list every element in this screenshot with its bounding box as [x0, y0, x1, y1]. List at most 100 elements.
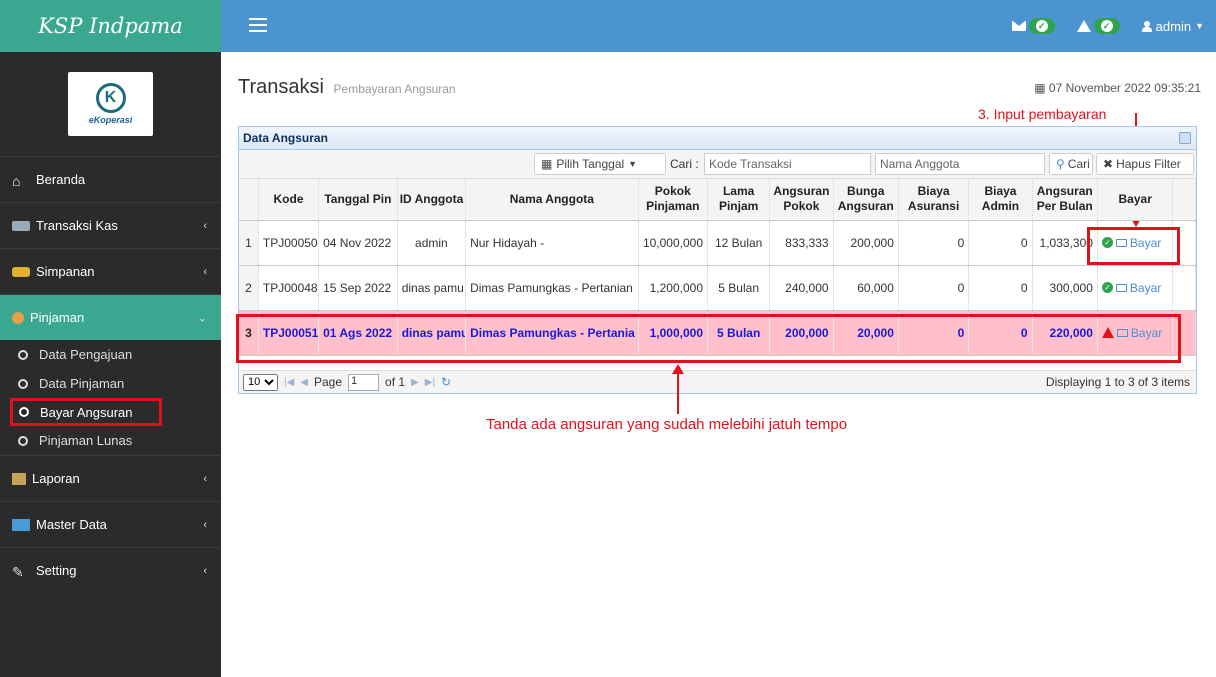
- bayar-label: Bayar: [1129, 280, 1162, 295]
- warning-icon: [1076, 20, 1091, 32]
- cell-bayar: ✓ Bayar: [1097, 265, 1174, 311]
- cell-tanggal: 15 Sep 2022: [318, 265, 398, 311]
- cari-button-label: Cari: [1067, 157, 1090, 171]
- money-icon: [1115, 283, 1127, 292]
- sidebar-item-label: Master Data: [36, 517, 107, 532]
- annotation-input-pembayaran: 3. Input pembayaran: [978, 106, 1107, 122]
- datetime-text: 07 November 2022 09:35:21: [1048, 81, 1201, 95]
- cell-admin: 0: [968, 220, 1033, 266]
- column-header[interactable]: Pokok Pinjaman: [638, 179, 709, 221]
- cell-pokok: 1,200,000: [638, 265, 709, 311]
- sidebar-subitem-bayar-angsuran[interactable]: Bayar Angsuran: [10, 398, 162, 426]
- column-header[interactable]: Angsuran Per Bulan: [1032, 179, 1098, 221]
- circle-icon: [18, 378, 28, 389]
- cari-button[interactable]: ⚲ Cari: [1049, 153, 1093, 175]
- annotation-arrow: [677, 370, 679, 414]
- column-header[interactable]: Kode: [258, 179, 320, 221]
- sidebar-item-pinjaman[interactable]: Pinjaman ⌄: [0, 294, 221, 340]
- cell-bunga: 200,000: [833, 220, 899, 266]
- nama-anggota-input[interactable]: Nama Anggota: [875, 153, 1045, 175]
- sidebar-subitem-label: Data Pinjaman: [39, 376, 125, 391]
- top-navbar: ✓ ✓ admin ▼: [221, 0, 1216, 52]
- sidebar-subitem-data-pinjaman[interactable]: Data Pinjaman: [0, 369, 221, 398]
- refresh-icon[interactable]: ↻: [441, 375, 451, 389]
- close-icon: ✖: [1103, 157, 1114, 171]
- date-filter-button[interactable]: ▦ Pilih Tanggal ▼: [534, 153, 666, 175]
- row-number: 1: [239, 220, 259, 266]
- check-circle-icon: ✓: [1101, 282, 1113, 293]
- chevron-left-icon: ‹: [203, 265, 207, 278]
- logo-area: K eKoperasi: [0, 52, 221, 156]
- sidebar-subitem-data-pengajuan[interactable]: Data Pengajuan: [0, 340, 221, 369]
- column-header[interactable]: Lama Pinjam: [707, 179, 771, 221]
- sidebar-subitem-label: Data Pengajuan: [39, 347, 133, 362]
- column-header[interactable]: Tanggal Pin: [318, 179, 398, 221]
- search-icon: ⚲: [1056, 157, 1065, 171]
- highlight-bayar-button: [1087, 227, 1180, 265]
- alert-notification[interactable]: ✓: [1076, 18, 1120, 34]
- cell-bunga: 60,000: [833, 265, 899, 311]
- chevron-left-icon: ‹: [203, 518, 207, 531]
- chevron-down-icon: ⌄: [197, 312, 207, 324]
- sidebar-subitem-pinjaman-lunas[interactable]: Pinjaman Lunas: [0, 426, 221, 455]
- bayar-button[interactable]: ✓ Bayar: [1101, 280, 1169, 295]
- arrow-head-icon: [672, 364, 684, 374]
- pagination-bar: 10 |◀ ◀ Page 1 of 1 ▶ ▶| ↻ Displaying 1 …: [239, 370, 1196, 393]
- user-menu[interactable]: admin ▼: [1141, 19, 1204, 34]
- sidebar-item-master-data[interactable]: Master Data ‹: [0, 501, 221, 547]
- sidebar-item-beranda[interactable]: ⌂ Beranda: [0, 156, 221, 202]
- page-title: Transaksi Pembayaran Angsuran: [238, 76, 456, 99]
- page-of-label: of 1: [385, 375, 406, 389]
- column-header[interactable]: ID Anggota: [397, 179, 467, 221]
- chevron-down-icon: ▼: [1195, 21, 1204, 31]
- circle-icon: [18, 435, 28, 446]
- collapse-button[interactable]: [1179, 132, 1191, 144]
- sidebar: K eKoperasi ⌂ Beranda Transaksi Kas ‹ Si…: [0, 52, 221, 677]
- sidebar-item-laporan[interactable]: Laporan ‹: [0, 455, 221, 501]
- home-icon: ⌂: [12, 172, 21, 189]
- wrench-icon: ✎: [12, 563, 24, 580]
- column-header[interactable]: Bunga Angsuran: [833, 179, 899, 221]
- sidebar-item-transaksi-kas[interactable]: Transaksi Kas ‹: [0, 202, 221, 248]
- cell-kode: TPJ00048: [258, 265, 320, 311]
- page-size-select[interactable]: 10: [243, 373, 278, 391]
- row-number: 2: [239, 265, 259, 311]
- column-header[interactable]: Biaya Asuransi: [898, 179, 970, 221]
- sidebar-item-label: Simpanan: [36, 264, 95, 279]
- sidebar-item-simpanan[interactable]: Simpanan ‹: [0, 248, 221, 294]
- prev-page-icon[interactable]: ◀: [300, 377, 308, 388]
- circle-icon: [19, 407, 29, 417]
- menu-toggle-icon[interactable]: [249, 18, 267, 32]
- column-header[interactable]: Angsuran Pokok: [769, 179, 834, 221]
- chevron-left-icon: ‹: [203, 472, 207, 485]
- report-icon: [12, 472, 26, 485]
- cash-register-icon: [12, 220, 30, 231]
- logo-text: eKoperasi: [88, 115, 133, 125]
- app-brand[interactable]: KSP Indpama: [0, 0, 221, 52]
- main-content: Transaksi Pembayaran Angsuran ▦ 07 Novem…: [221, 52, 1216, 677]
- first-page-icon[interactable]: |◀: [284, 377, 294, 388]
- column-header[interactable]: Bayar: [1097, 179, 1174, 221]
- column-header[interactable]: Biaya Admin: [968, 179, 1033, 221]
- circle-icon: [18, 349, 28, 360]
- cell-tanggal: 04 Nov 2022: [318, 220, 398, 266]
- column-header[interactable]: Nama Anggota: [465, 179, 639, 221]
- sidebar-item-setting[interactable]: ✎ Setting ‹: [0, 547, 221, 593]
- cell-admin: 0: [968, 265, 1033, 311]
- table-row[interactable]: 1 TPJ00050 04 Nov 2022 admin Nur Hidayah…: [239, 220, 1196, 266]
- table-row[interactable]: 2 TPJ00048 15 Sep 2022 dinas pamu Dimas …: [239, 265, 1196, 311]
- last-page-icon[interactable]: ▶|: [425, 377, 435, 388]
- hapus-filter-button[interactable]: ✖ Hapus Filter: [1096, 153, 1194, 175]
- message-notification[interactable]: ✓: [1011, 18, 1055, 34]
- sidebar-item-label: Beranda: [36, 172, 86, 187]
- page-label: Page: [314, 375, 343, 389]
- panel-title: Data Angsuran: [243, 131, 328, 145]
- loan-icon: [12, 311, 24, 324]
- next-page-icon[interactable]: ▶: [411, 377, 419, 388]
- displaying-text: Displaying 1 to 3 of 3 items: [1045, 375, 1190, 389]
- kode-transaksi-input[interactable]: Kode Transaksi: [704, 153, 871, 175]
- page-number-input[interactable]: 1: [348, 373, 380, 391]
- filter-toolbar: ▦ Pilih Tanggal ▼ Cari : Kode Transaksi …: [239, 150, 1196, 179]
- cell-nama-anggota: Nur Hidayah -: [465, 220, 639, 266]
- date-filter-label: Pilih Tanggal: [556, 157, 625, 171]
